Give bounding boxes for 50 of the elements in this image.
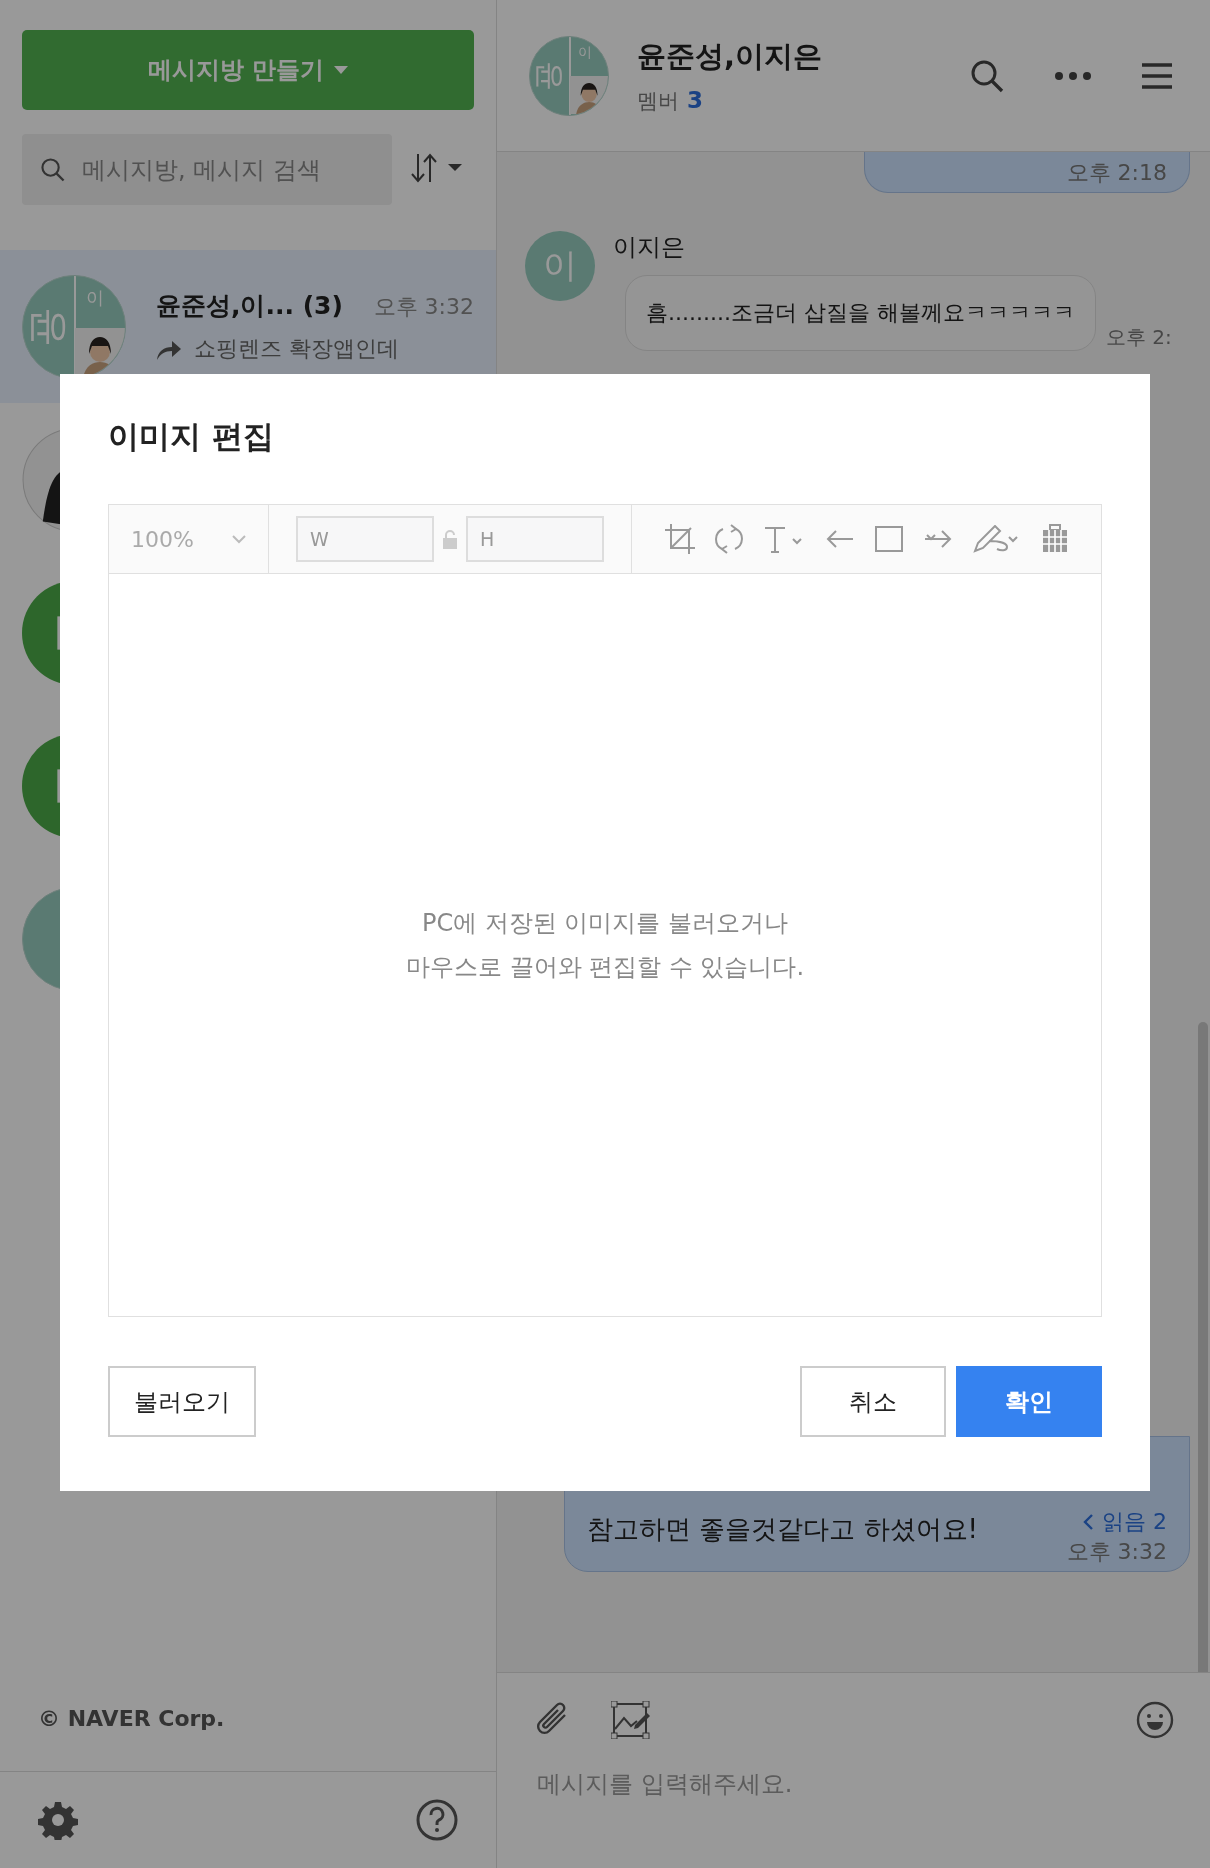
caret-icon (334, 66, 349, 74)
forward-icon (156, 338, 182, 360)
pen-tool-icon[interactable] (972, 525, 1021, 553)
chat-title: 윤준성,이지은 (637, 37, 824, 75)
copyright-text: © NAVER Corp. (37, 1706, 226, 1733)
search-icon[interactable] (970, 58, 1004, 93)
height-input[interactable]: H (466, 516, 604, 562)
dialog-title: 이미지 편집 (108, 417, 275, 456)
group-avatar: 윤 이 (22, 274, 126, 379)
room-name: 윤준성,이... (3) (156, 290, 343, 322)
crop-icon[interactable] (664, 524, 695, 554)
zoom-select[interactable]: 100% (109, 505, 269, 573)
emoji-icon[interactable] (1136, 1701, 1174, 1739)
read-count-link[interactable]: 읽음 2 (1082, 1507, 1167, 1537)
message-text: 참고하면 좋을것같다고 하셨어요! (587, 1513, 979, 1546)
confirm-button[interactable]: 확인 (956, 1366, 1102, 1437)
message-time: 오후 2:18 (1066, 159, 1167, 187)
help-icon[interactable] (416, 1799, 458, 1841)
text-tool-icon[interactable] (762, 525, 805, 553)
search-field[interactable]: 메시지방, 메시지 검색 (22, 134, 392, 205)
cancel-button[interactable]: 취소 (800, 1366, 946, 1437)
user-avatar: 이 (525, 231, 595, 301)
message-time: 오후 2: (1105, 324, 1172, 351)
more-icon[interactable] (1054, 70, 1092, 81)
load-button[interactable]: 불러오기 (108, 1366, 256, 1437)
width-input[interactable]: W (296, 516, 434, 562)
arrow-tool-icon[interactable] (922, 529, 953, 549)
member-count[interactable]: 3 (687, 86, 703, 115)
room-preview: 쇼핑렌즈 확장앱인데 (194, 335, 399, 363)
member-label: 멤버 (637, 87, 679, 115)
editor-hint: PC에 저장된 이미지를 불러오거나 마우스로 끌어와 편집할 수 있습니다. (405, 908, 805, 983)
menu-icon[interactable] (1142, 62, 1172, 89)
message-input[interactable]: 메시지를 입력해주세요. (535, 1769, 939, 1799)
message-text: 흠.........조금더 삽질을 해볼께요ㅋㅋㅋㅋㅋ (646, 300, 1075, 325)
message-time: 오후 3:32 (1066, 1538, 1167, 1566)
settings-icon[interactable] (38, 1800, 78, 1840)
rotate-icon[interactable] (714, 524, 743, 554)
lock-icon[interactable] (442, 529, 458, 549)
search-input[interactable]: 메시지방, 메시지 검색 (80, 154, 374, 185)
scrollbar[interactable] (1198, 1022, 1208, 1672)
arrow-tool-icon[interactable] (824, 529, 855, 549)
chevron-left-icon (1082, 1513, 1094, 1531)
room-time: 오후 3:32 (373, 293, 474, 321)
new-room-button[interactable]: 메시지방 만들기 (22, 30, 474, 110)
chevron-down-icon (232, 534, 246, 544)
group-avatar: 윤 이 (529, 35, 609, 116)
sender-name: 이지은 (613, 232, 686, 263)
image-edit-icon[interactable] (611, 1701, 651, 1739)
rectangle-tool-icon[interactable] (874, 526, 903, 552)
mosaic-icon[interactable] (1040, 524, 1069, 554)
